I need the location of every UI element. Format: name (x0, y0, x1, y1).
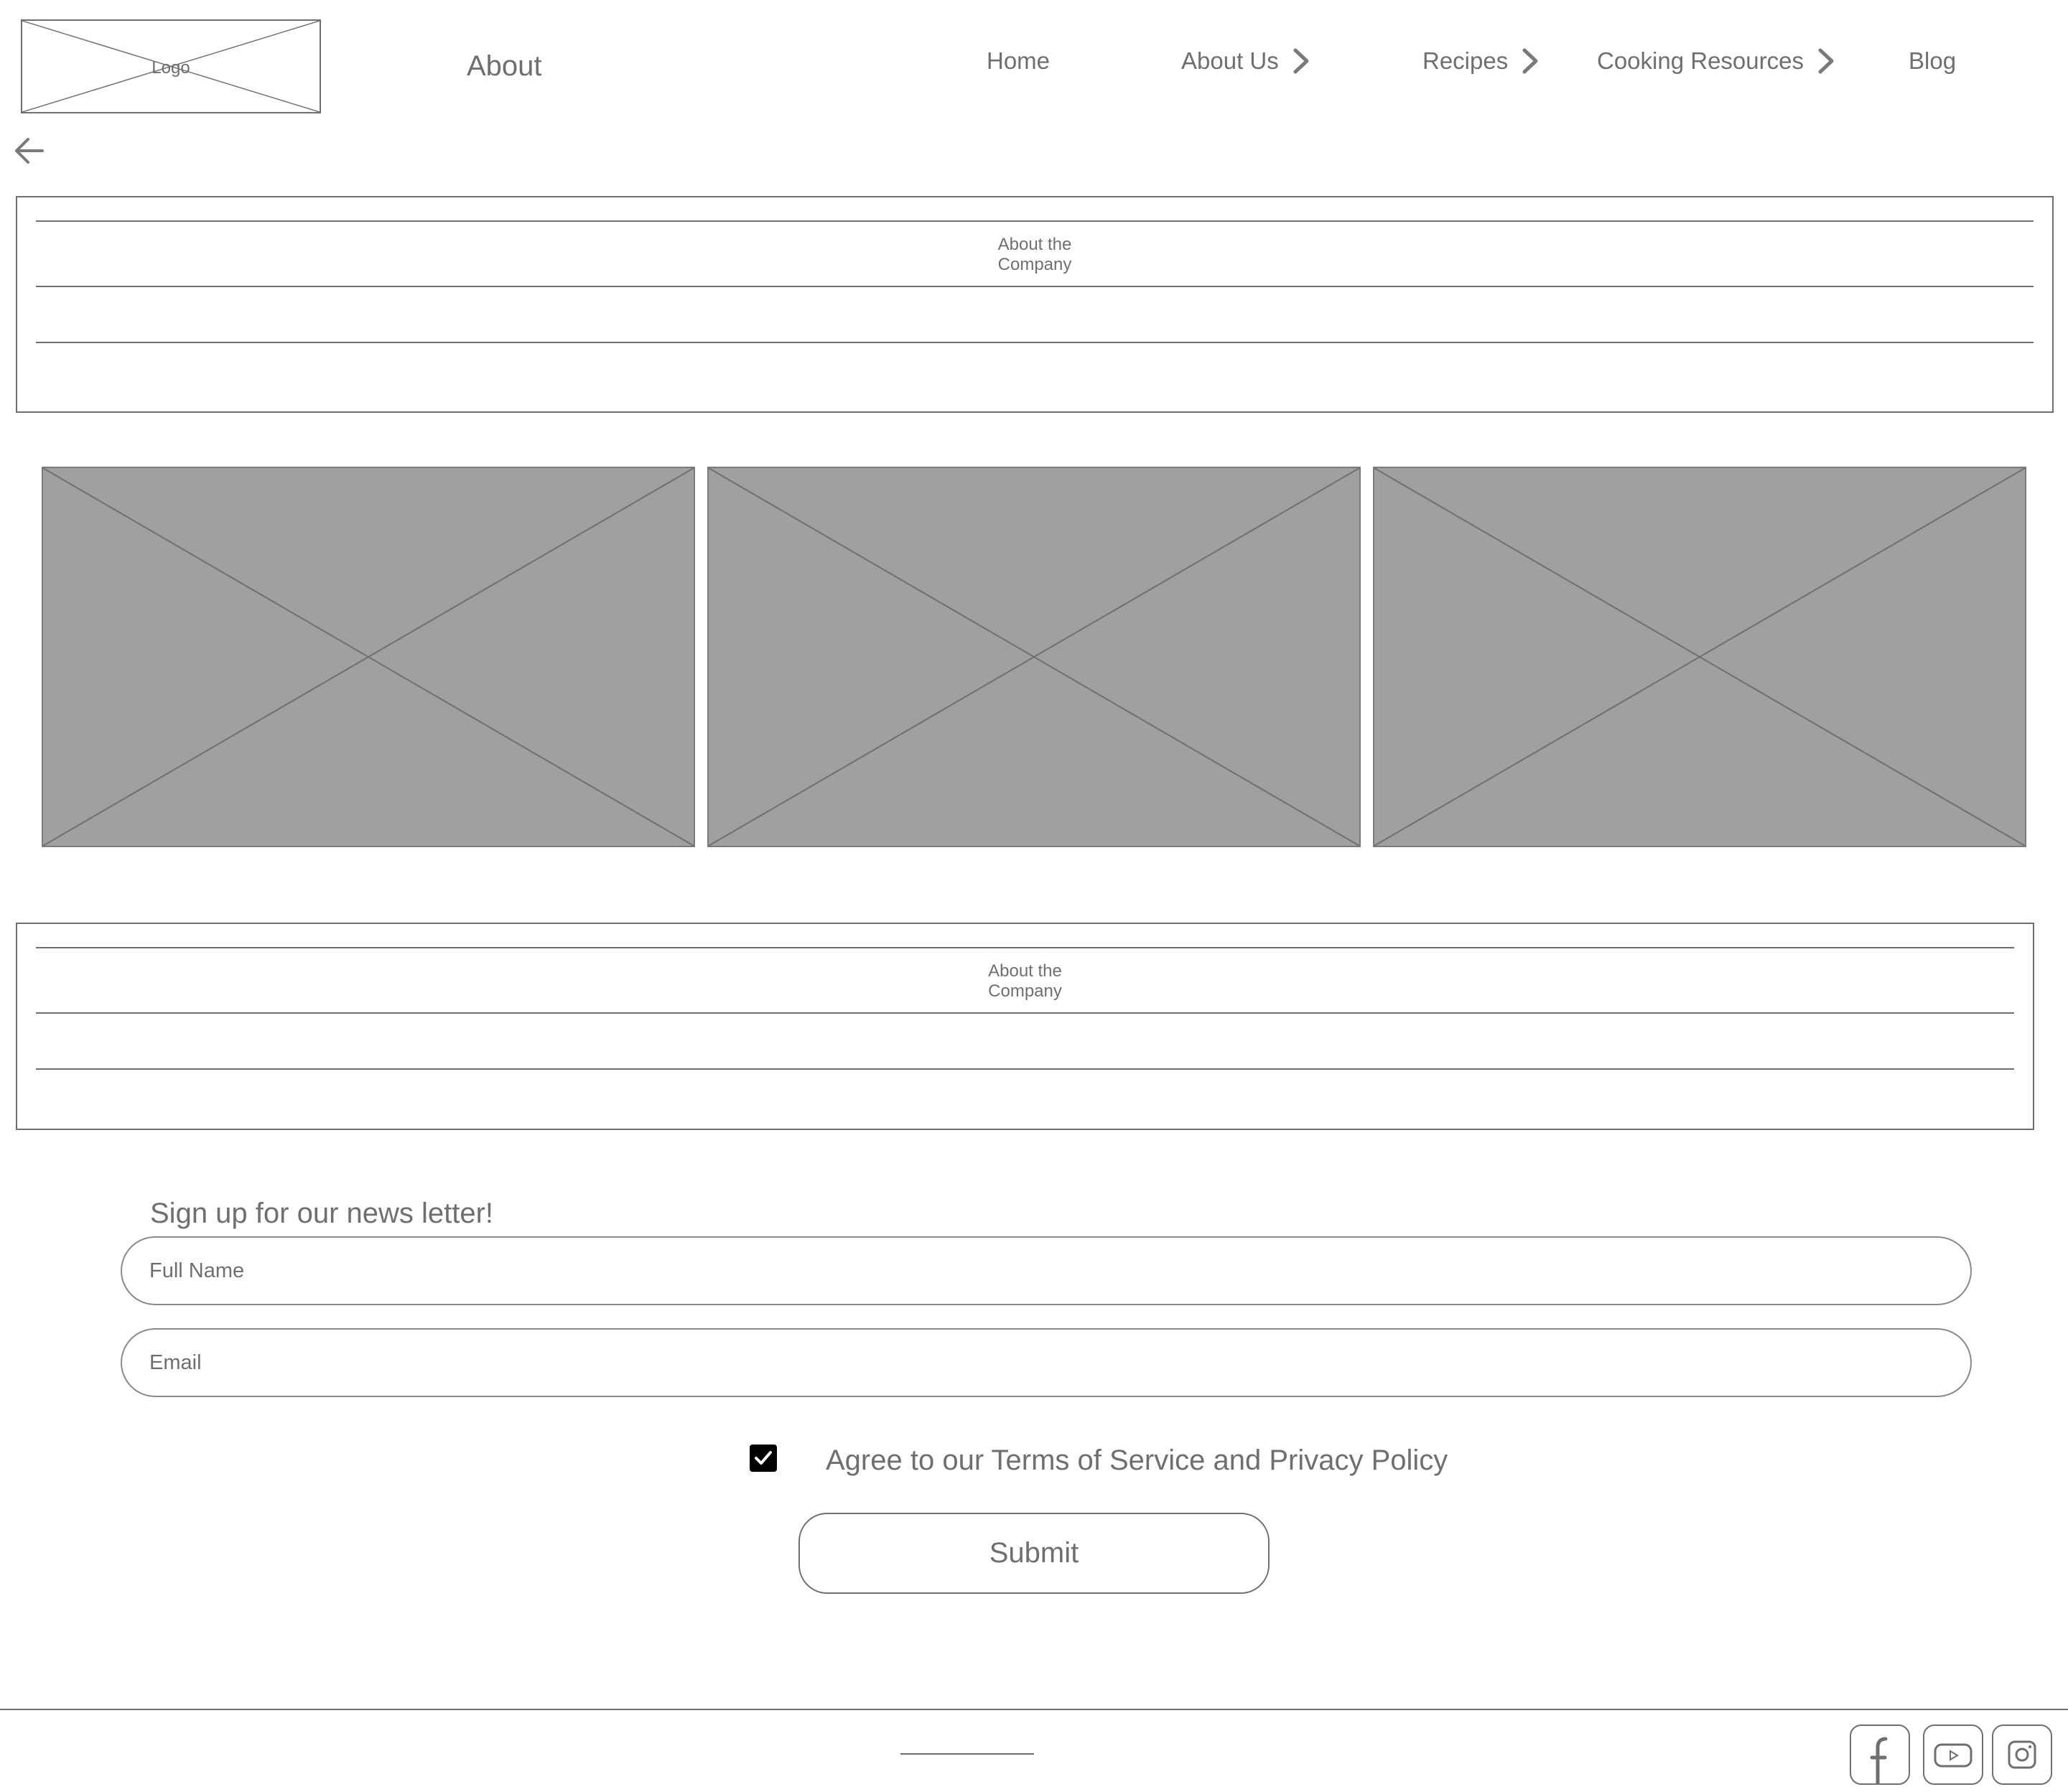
nav-cooking-resources-label: Cooking Resources (1597, 47, 1804, 74)
instagram-icon (2008, 1740, 2036, 1769)
divider (36, 947, 2014, 948)
page-title: About (467, 50, 542, 82)
email-field-wrapper (121, 1328, 1972, 1397)
nav-cooking-resources[interactable]: Cooking Resources (1597, 47, 1835, 75)
full-name-field-wrapper (121, 1236, 1972, 1305)
facebook-link[interactable] (1850, 1725, 1910, 1785)
full-name-input[interactable] (149, 1238, 1944, 1304)
chevron-right-icon (1522, 48, 1538, 74)
youtube-link[interactable] (1923, 1725, 1983, 1785)
facebook-icon (1870, 1737, 1888, 1783)
divider (36, 1068, 2014, 1070)
back-arrow-icon[interactable] (14, 136, 45, 165)
caption-line: Company (988, 981, 1062, 1001)
gallery-image-1 (42, 467, 695, 847)
section-caption: About the Company (17, 961, 2033, 1002)
caption-line: Company (997, 255, 1072, 274)
nav-recipes-label: Recipes (1422, 47, 1509, 74)
chevron-right-icon (1818, 48, 1834, 74)
nav-home-label: Home (987, 47, 1051, 74)
image-placeholder-icon (1374, 468, 2025, 846)
terms-checkbox[interactable] (750, 1445, 777, 1472)
caption-line: About the (988, 961, 1062, 981)
gallery-image-3 (1373, 467, 2026, 847)
logo[interactable]: Logo (21, 19, 321, 113)
image-placeholder-icon (43, 468, 694, 846)
footer-line (900, 1753, 1034, 1755)
divider (36, 286, 2034, 287)
chevron-right-icon (1293, 48, 1309, 74)
newsletter-title: Sign up for our news letter! (150, 1198, 494, 1229)
nav-about-us[interactable]: About Us (1181, 47, 1310, 75)
nav-blog[interactable]: Blog (1909, 47, 1956, 75)
divider (36, 342, 2034, 343)
divider (36, 1012, 2014, 1014)
divider (36, 220, 2034, 222)
footer-divider (0, 1709, 2068, 1710)
nav-about-us-label: About Us (1181, 47, 1279, 74)
submit-button[interactable]: Submit (798, 1513, 1270, 1594)
gallery-image-2 (707, 467, 1361, 847)
nav-recipes[interactable]: Recipes (1422, 47, 1540, 75)
about-company-section-bottom: About the Company (16, 923, 2034, 1130)
nav-blog-label: Blog (1909, 47, 1957, 74)
checkmark-icon (755, 1451, 772, 1465)
email-input[interactable] (149, 1330, 1944, 1396)
about-company-section-top: About the Company (16, 196, 2054, 413)
terms-label: Agree to our Terms of Service and Privac… (826, 1445, 1448, 1476)
section-caption: About the Company (17, 235, 2052, 275)
image-placeholder-icon (709, 468, 1359, 846)
nav-home[interactable]: Home (987, 47, 1050, 75)
instagram-link[interactable] (1992, 1725, 2052, 1785)
caption-line: About the (997, 235, 1072, 254)
logo-text: Logo (152, 58, 190, 78)
youtube-icon (1934, 1743, 1972, 1768)
